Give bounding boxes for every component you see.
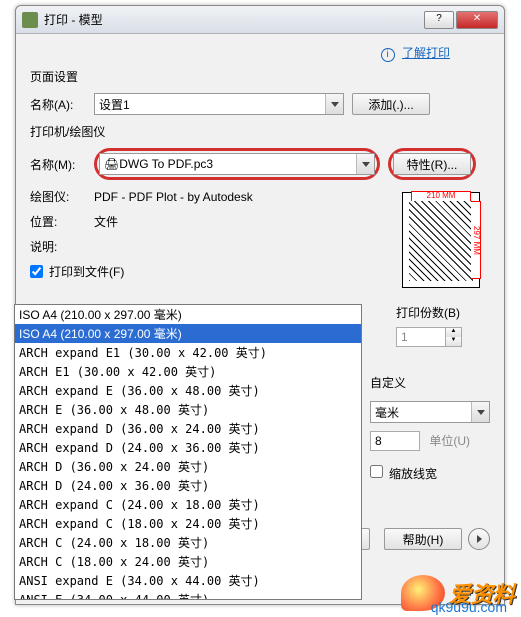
add-setup-button[interactable]: 添加(.)...	[352, 93, 430, 115]
window-title: 打印 - 模型	[44, 11, 424, 28]
help-button[interactable]: 帮助(H)	[384, 528, 462, 550]
printer-title: 打印机/绘图仪	[30, 123, 490, 140]
dropdown-option[interactable]: ARCH expand D (24.00 x 36.00 英寸)	[15, 438, 361, 457]
custom-scale-label: 自定义	[370, 376, 406, 390]
dropdown-option[interactable]: ARCH C (24.00 x 18.00 英寸)	[15, 533, 361, 552]
copies-input[interactable]	[396, 327, 446, 347]
dropdown-option[interactable]: ARCH expand C (24.00 x 18.00 英寸)	[15, 495, 361, 514]
location-label: 位置:	[30, 213, 94, 230]
plotter-label: 绘图仪:	[30, 188, 94, 205]
desc-label: 说明:	[30, 238, 94, 255]
watermark-url: qk9u9u.com	[431, 599, 507, 615]
plotter-value: PDF - PDF Plot - by Autodesk	[94, 190, 253, 204]
setup-name-label: 名称(A):	[30, 96, 94, 113]
unit-label: 单位(U)	[429, 434, 470, 448]
printer-name-combo[interactable]: 🖨 DWG To PDF.pc3	[99, 153, 375, 175]
spin-down-icon[interactable]: ▼	[446, 337, 461, 346]
preview-height: 297 MM	[471, 201, 481, 279]
dropdown-option[interactable]: ARCH D (24.00 x 36.00 英寸)	[15, 476, 361, 495]
paper-preview: 210 MM 297 MM	[402, 192, 480, 288]
scale-lineweight-label: 缩放线宽	[389, 467, 437, 481]
close-button[interactable]: ✕	[456, 11, 498, 29]
dropdown-option[interactable]: ARCH expand D (36.00 x 24.00 英寸)	[15, 419, 361, 438]
dropdown-option[interactable]: ARCH E1 (30.00 x 42.00 英寸)	[15, 362, 361, 381]
info-icon: i	[381, 48, 395, 62]
scale-input[interactable]	[370, 431, 420, 451]
page-setup-title: 页面设置	[30, 68, 490, 85]
chevron-down-icon[interactable]	[356, 154, 374, 174]
right-partial: 自定义 毫米 单位(U) 缩放线宽	[370, 374, 490, 482]
printer-name-label: 名称(M):	[30, 156, 94, 173]
copies-title: 打印份数(B)	[396, 304, 490, 321]
print-to-file-label: 打印到文件(F)	[49, 263, 124, 280]
dropdown-option[interactable]: ARCH expand E1 (30.00 x 42.00 英寸)	[15, 343, 361, 362]
dropdown-option[interactable]: ARCH E (36.00 x 48.00 英寸)	[15, 400, 361, 419]
unit-value: 毫米	[375, 404, 399, 421]
titlebar[interactable]: 打印 - 模型 ? ✕	[16, 6, 504, 34]
dropdown-option[interactable]: ARCH expand E (36.00 x 48.00 英寸)	[15, 381, 361, 400]
location-value: 文件	[94, 213, 118, 230]
preview-hatch	[409, 199, 473, 281]
chevron-down-icon[interactable]	[325, 94, 343, 114]
paper-size-dropdown[interactable]: ISO A4 (210.00 x 297.00 毫米) ISO A4 (210.…	[14, 304, 362, 600]
spin-up-icon[interactable]: ▲	[446, 328, 461, 337]
dropdown-highlight[interactable]: ISO A4 (210.00 x 297.00 毫米)	[15, 324, 361, 343]
help-button[interactable]: ?	[424, 11, 454, 29]
print-to-file-checkbox[interactable]	[30, 265, 43, 278]
setup-name-value: 设置1	[99, 96, 130, 113]
unit-combo[interactable]: 毫米	[370, 401, 490, 423]
chevron-down-icon[interactable]	[471, 402, 489, 422]
dropdown-selected[interactable]: ISO A4 (210.00 x 297.00 毫米)	[15, 305, 361, 324]
printer-properties-button[interactable]: 特性(R)...	[393, 153, 471, 175]
dropdown-option[interactable]: ARCH expand C (18.00 x 24.00 英寸)	[15, 514, 361, 533]
setup-name-combo[interactable]: 设置1	[94, 93, 344, 115]
scale-lineweight-checkbox[interactable]	[370, 465, 383, 478]
dropdown-option[interactable]: ARCH C (18.00 x 24.00 英寸)	[15, 552, 361, 571]
app-icon	[22, 12, 38, 28]
dropdown-option[interactable]: ANSI expand E (34.00 x 44.00 英寸)	[15, 571, 361, 590]
dropdown-option[interactable]: ARCH D (36.00 x 24.00 英寸)	[15, 457, 361, 476]
expand-button[interactable]	[468, 528, 490, 550]
printer-name-value: DWG To PDF.pc3	[119, 157, 213, 171]
dropdown-option[interactable]: ANSI E (34.00 x 44.00 英寸)	[15, 590, 361, 600]
learn-print-link[interactable]: 了解打印	[402, 44, 450, 61]
preview-width: 210 MM	[411, 191, 471, 201]
copies-spinner[interactable]: ▲▼	[396, 327, 490, 347]
